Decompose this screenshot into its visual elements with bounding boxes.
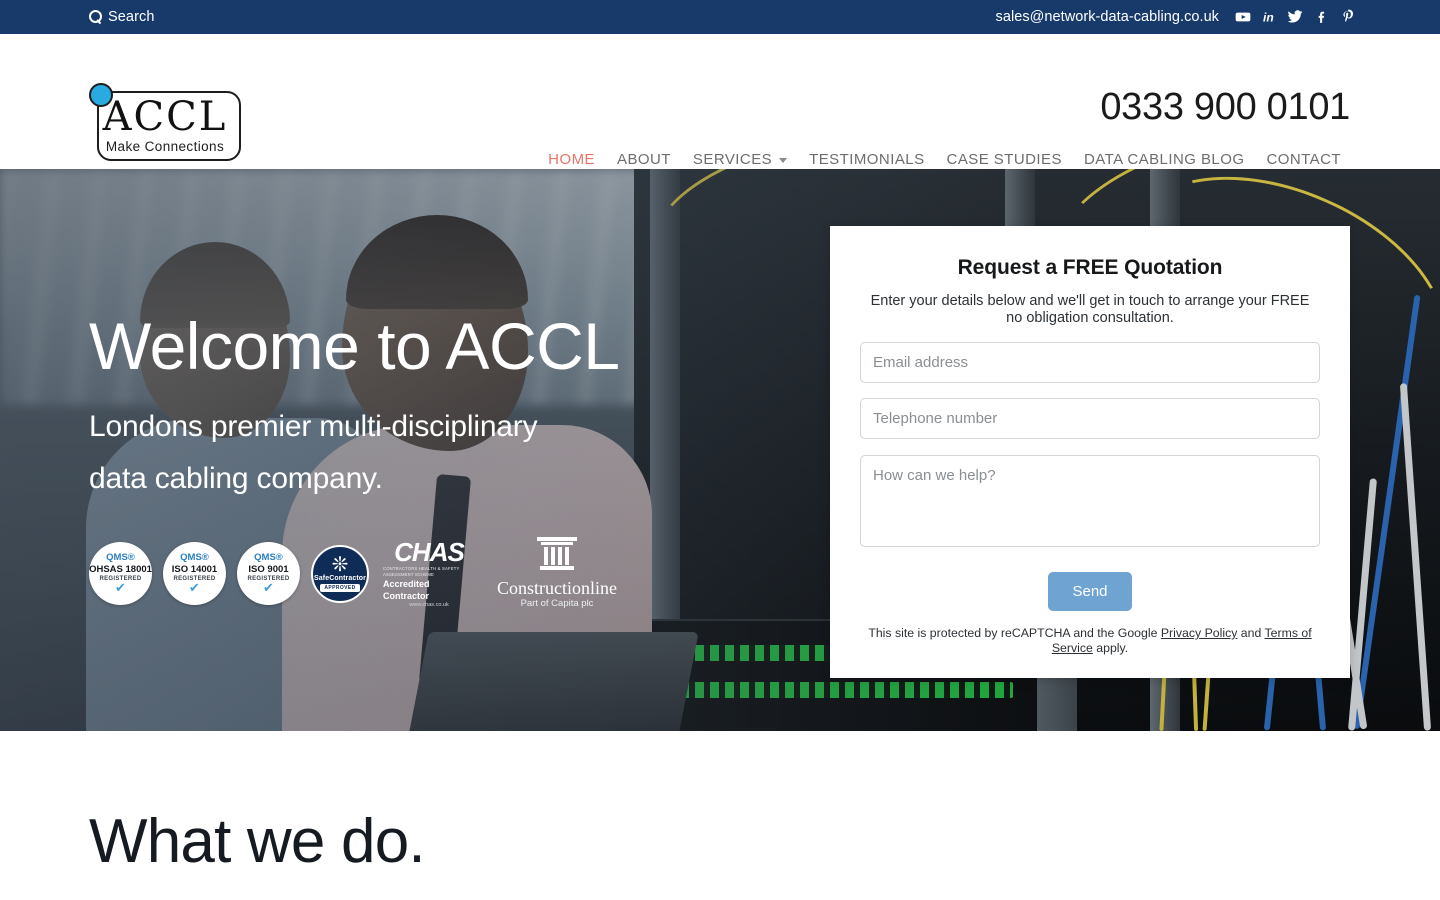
- social-links: in: [1235, 9, 1355, 25]
- email-link[interactable]: sales@network-data-cabling.co.uk: [996, 9, 1219, 25]
- message-field[interactable]: [860, 455, 1320, 547]
- badge-iso-9001: QMS® ISO 9001 REGISTERED ✔: [237, 542, 300, 605]
- recaptcha-notice: This site is protected by reCAPTCHA and …: [860, 626, 1320, 656]
- pinwheel-icon: ❊: [331, 553, 349, 576]
- nav-item-data-cabling-blog[interactable]: DATA CABLING BLOG: [1073, 151, 1255, 168]
- telephone-field[interactable]: [860, 398, 1320, 439]
- badge-safecontractor: ❊ SafeContractor APPROVED: [311, 544, 369, 603]
- nav-item-about[interactable]: ABOUT: [606, 151, 682, 168]
- facebook-icon[interactable]: [1313, 9, 1329, 25]
- recaptcha-mid: and: [1237, 626, 1265, 640]
- quote-request-form: Request a FREE Quotation Enter your deta…: [830, 226, 1350, 678]
- badge-name: SafeContractor: [314, 574, 366, 582]
- hero-subtitle-line2: data cabling company.: [89, 462, 383, 495]
- badge-constructionline: Constructionline Part of Capita plc: [497, 537, 617, 610]
- badge-scheme: CONTRACTORS HEALTH & SAFETY ASSESSMENT S…: [383, 566, 460, 577]
- hero-subtitle-line1: Londons premier multi-disciplinary: [89, 410, 538, 443]
- svg-text:in: in: [1263, 11, 1274, 25]
- nav-item-case-studies[interactable]: CASE STUDIES: [936, 151, 1073, 168]
- badge-name: CHAS: [394, 537, 465, 567]
- site-logo[interactable]: ACCL Make Connections: [89, 83, 241, 161]
- search-trigger[interactable]: Search: [89, 9, 155, 25]
- hero-title: Welcome to ACCL: [89, 309, 620, 383]
- pillar-icon: [535, 537, 579, 576]
- nav-item-testimonials[interactable]: TESTIMONIALS: [798, 151, 935, 168]
- nav-item-services[interactable]: SERVICES: [682, 151, 798, 168]
- logo-wordmark: ACCL: [102, 94, 228, 140]
- badge-status: Accredited Contractor: [383, 579, 430, 601]
- logo-dot-icon: [89, 83, 113, 107]
- what-we-do-section: What we do.: [0, 731, 1440, 900]
- send-button-row: Send: [860, 572, 1320, 611]
- badge-brand: QMS®: [254, 552, 283, 563]
- hero-copy: Welcome to ACCL Londons premier multi-di…: [89, 309, 729, 505]
- badge-status: Part of Capita plc: [520, 598, 594, 609]
- top-utility-bar: Search sales@network-data-cabling.co.uk …: [0, 0, 1440, 34]
- badge-status: APPROVED: [320, 583, 360, 592]
- topbar-contact-group: sales@network-data-cabling.co.uk in: [996, 9, 1355, 25]
- linkedin-icon[interactable]: in: [1261, 9, 1277, 25]
- youtube-icon[interactable]: [1235, 9, 1251, 25]
- nav-item-home[interactable]: HOME: [537, 151, 606, 168]
- pinterest-icon[interactable]: [1339, 9, 1355, 25]
- hero-section: Welcome to ACCL Londons premier multi-di…: [0, 169, 1440, 731]
- nav-item-contact[interactable]: CONTACT: [1255, 151, 1352, 168]
- site-header: ACCL Make Connections 0333 900 0101 HOME…: [0, 34, 1440, 169]
- main-navigation: HOME ABOUT SERVICES TESTIMONIALS CASE ST…: [537, 151, 1352, 168]
- recaptcha-suffix: apply.: [1092, 641, 1129, 655]
- check-icon: ✔: [189, 580, 200, 595]
- badge-brand: QMS®: [106, 552, 135, 563]
- search-label: Search: [108, 9, 155, 25]
- nav-item-services-label: SERVICES: [692, 151, 773, 168]
- form-title: Request a FREE Quotation: [957, 256, 1223, 279]
- search-icon: [89, 10, 102, 23]
- badge-brand: QMS®: [180, 552, 209, 563]
- badge-standard: ISO 9001: [248, 564, 289, 575]
- badge-chas: CHAS CONTRACTORS HEALTH & SAFETY ASSESSM…: [383, 538, 475, 609]
- phone-number[interactable]: 0333 900 0101: [1100, 86, 1350, 128]
- privacy-policy-link[interactable]: Privacy Policy: [1161, 626, 1238, 640]
- send-button[interactable]: Send: [1048, 572, 1132, 611]
- logo-tagline: Make Connections: [105, 139, 225, 154]
- hero-subtitle: Londons premier multi-disciplinary data …: [89, 401, 729, 505]
- chevron-down-icon: [779, 158, 788, 163]
- badge-standard: OHSAS 18001: [89, 564, 152, 575]
- accreditation-badges: QMS® OHSAS 18001 REGISTERED ✔ QMS® ISO 1…: [89, 537, 617, 610]
- twitter-icon[interactable]: [1287, 9, 1303, 25]
- email-field[interactable]: [860, 342, 1320, 383]
- check-icon: ✔: [263, 580, 274, 595]
- form-description: Enter your details below and we'll get i…: [870, 293, 1310, 326]
- badge-url: www.chas.co.uk: [409, 602, 449, 608]
- check-icon: ✔: [115, 580, 126, 595]
- badge-standard: ISO 14001: [171, 564, 218, 575]
- section-title: What we do.: [89, 807, 426, 876]
- badge-iso-14001: QMS® ISO 14001 REGISTERED ✔: [163, 542, 226, 605]
- recaptcha-prefix: This site is protected by reCAPTCHA and …: [868, 626, 1161, 640]
- badge-name: Constructionline: [497, 578, 617, 598]
- badge-ohsas-18001: QMS® OHSAS 18001 REGISTERED ✔: [89, 542, 152, 605]
